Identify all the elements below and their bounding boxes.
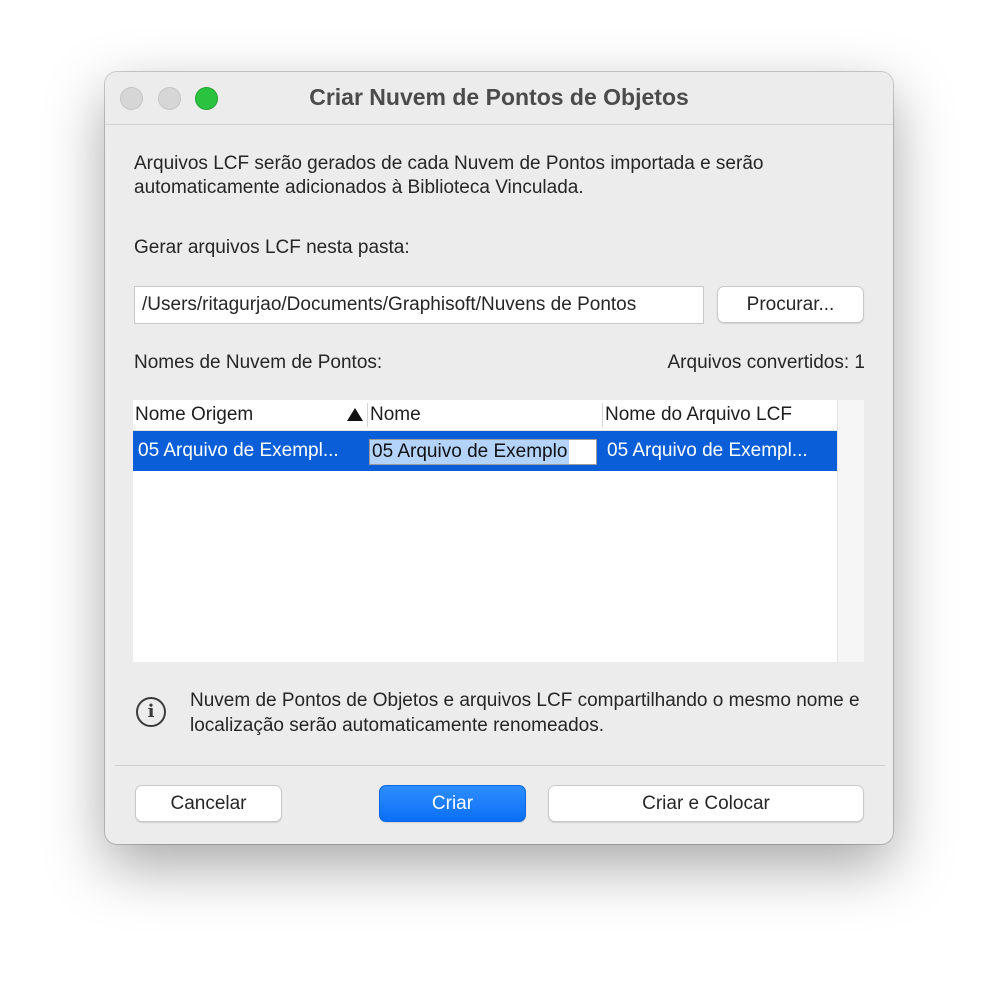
column-header-name[interactable]: Nome xyxy=(370,400,600,430)
name-edit-field[interactable]: 05 Arquivo de Exemplo xyxy=(369,439,597,465)
info-text: Nuvem de Pontos de Objetos e arquivos LC… xyxy=(190,690,860,736)
footer-divider xyxy=(115,765,885,766)
info-icon: i xyxy=(136,697,166,727)
column-header-source[interactable]: Nome Origem xyxy=(135,400,365,430)
dialog-window: Criar Nuvem de Pontos de Objetos Arquivo… xyxy=(105,72,893,844)
create-button[interactable]: Criar xyxy=(379,785,526,822)
folder-path-field[interactable]: /Users/ritagurjao/Documents/Graphisoft/N… xyxy=(134,286,704,324)
folder-label: Gerar arquivos LCF nesta pasta: xyxy=(134,237,410,258)
browse-button[interactable]: Procurar... xyxy=(717,286,864,323)
name-edit-text: 05 Arquivo de Exemplo xyxy=(370,440,570,464)
converted-count: Arquivos convertidos: 1 xyxy=(667,352,866,373)
table-row[interactable]: 05 Arquivo de Exempl... 05 Arquivo de Ex… xyxy=(133,431,837,471)
create-and-place-button[interactable]: Criar e Colocar xyxy=(548,785,864,822)
list-title: Nomes de Nuvem de Pontos: xyxy=(134,352,383,373)
table-scrollbar[interactable] xyxy=(837,400,864,662)
column-header-lcf-file[interactable]: Nome do Arquivo LCF xyxy=(605,400,835,430)
column-separator[interactable] xyxy=(367,403,368,427)
cancel-button[interactable]: Cancelar xyxy=(135,785,282,822)
column-separator[interactable] xyxy=(602,403,603,427)
cell-lcf-file: 05 Arquivo de Exempl... xyxy=(607,440,808,461)
description-text: Arquivos LCF serão gerados de cada Nuvem… xyxy=(134,153,764,198)
window-title: Criar Nuvem de Pontos de Objetos xyxy=(309,84,689,110)
cell-source-name: 05 Arquivo de Exempl... xyxy=(138,440,339,461)
table-header: Nome Origem Nome Nome do Arquivo LCF xyxy=(133,400,837,431)
title-bar: Criar Nuvem de Pontos de Objetos xyxy=(105,72,893,125)
point-cloud-table: Nome Origem Nome Nome do Arquivo LCF 05 … xyxy=(133,400,864,662)
sort-ascending-icon xyxy=(347,408,363,421)
